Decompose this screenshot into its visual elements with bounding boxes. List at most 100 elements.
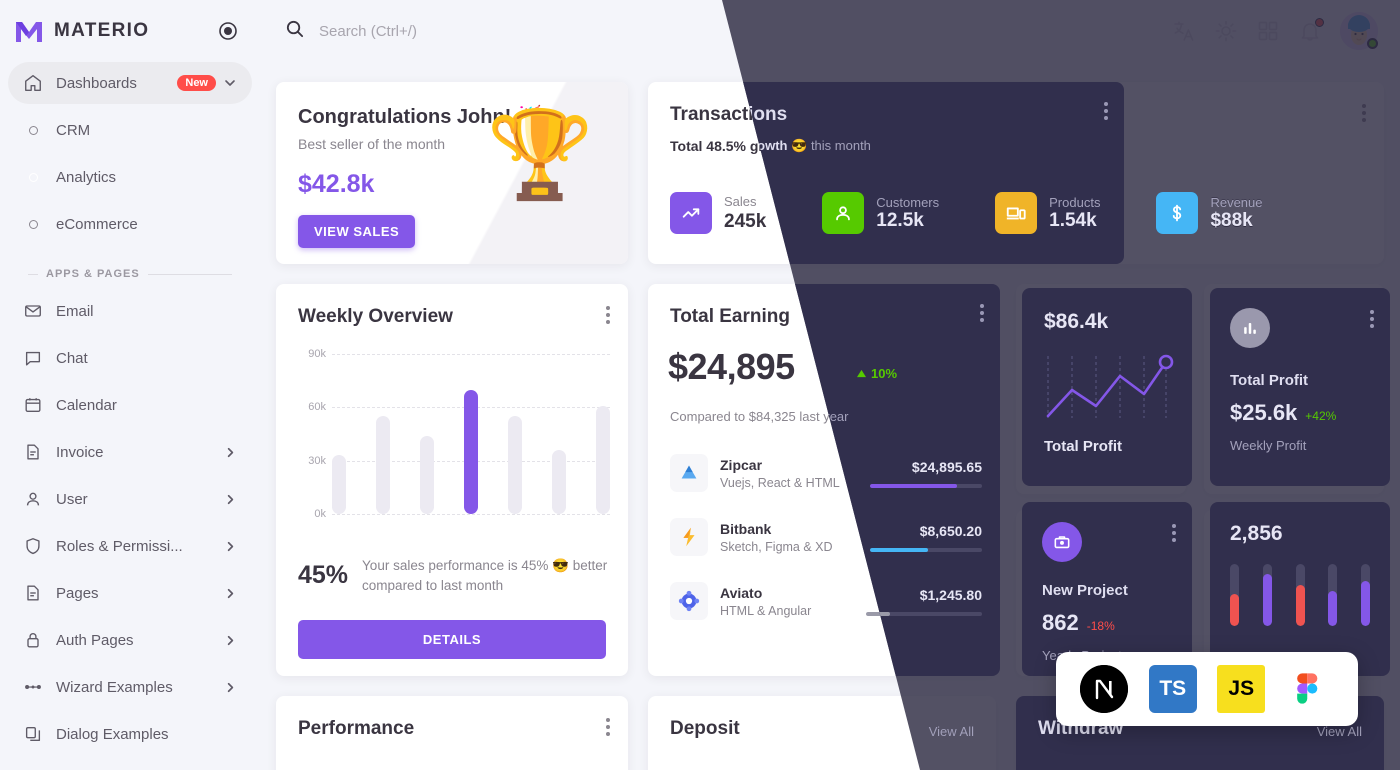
search-icon: [284, 18, 305, 44]
progress-fill: [870, 483, 958, 488]
company-tech: Vuejs, React & HTML: [720, 475, 840, 490]
pin-radio-icon[interactable]: [218, 21, 238, 41]
company-tech: HTML & Angular: [720, 603, 812, 618]
search-input[interactable]: [319, 22, 659, 40]
views-bars: [1230, 564, 1370, 626]
sidebar-item-pages[interactable]: Pages: [8, 572, 252, 614]
kebab-menu-icon[interactable]: [980, 304, 984, 322]
total-earning-title: Total Earning: [670, 306, 790, 327]
deposit-view-all-link-dark[interactable]: View All: [929, 724, 974, 739]
sidebar-item-chat[interactable]: Chat: [8, 337, 252, 379]
sidebar-item-email[interactable]: Email: [8, 290, 252, 332]
total-earning-growth-dark: 10%: [856, 366, 897, 381]
chart-bar: [596, 405, 610, 514]
total-profit-stat-delta: +42%: [1305, 409, 1337, 423]
typescript-icon[interactable]: TS: [1148, 665, 1197, 713]
sidebar-item-label: eCommerce: [56, 215, 138, 233]
progress-track: [870, 483, 982, 488]
chevron-down-icon[interactable]: [222, 75, 238, 91]
stat-value: 245k: [724, 210, 767, 232]
sidebar-item-label: User: [56, 490, 88, 508]
zipcar-logo-icon: [670, 454, 708, 492]
progress-fill: [870, 547, 929, 552]
sidebar-item-auth-pages[interactable]: Auth Pages: [8, 619, 252, 661]
circle-dot-icon: [22, 125, 44, 135]
sidebar-item-dialog-examples[interactable]: Dialog Examples: [8, 713, 252, 755]
total-profit-amount: $86.4k: [1044, 310, 1109, 333]
chat-bubble-icon: [22, 347, 44, 369]
chart-bar: [376, 416, 390, 514]
sidebar-item-wizard-examples[interactable]: Wizard Examples: [8, 666, 252, 708]
kebab-menu-icon[interactable]: [1370, 310, 1374, 328]
performance-card: Performance: [276, 696, 628, 770]
circle-dot-icon: [22, 219, 44, 229]
kebab-menu-icon[interactable]: [1104, 102, 1108, 120]
chart-bars: [332, 354, 610, 514]
copy-icon: [22, 723, 44, 745]
new-project-card-dark: New Project 862 -18% Yearly Project: [1022, 502, 1192, 676]
bitbank-logo-icon: [670, 518, 708, 556]
new-project-delta: -18%: [1086, 619, 1115, 633]
sidebar-item-label: Pages: [56, 584, 99, 602]
total-profit-stat-card-dark: Total Profit $25.6k +42% Weekly Profit: [1210, 288, 1390, 486]
view-sales-button[interactable]: VIEW SALES: [298, 215, 416, 248]
withdraw-view-all-link-dark[interactable]: View All: [1317, 724, 1362, 739]
stat-label: Customers: [876, 194, 940, 210]
company-price: $8,650.20: [919, 522, 982, 539]
weekly-overview-card: Weekly Overview 90k 60k 30k 0k 45% Your …: [276, 284, 628, 676]
tech-stack-bar: TS JS: [1056, 652, 1358, 726]
company-price: $1,245.80: [919, 586, 982, 603]
chevron-right-icon: [223, 586, 238, 601]
chart-bar: [508, 416, 522, 514]
chart-bar: [464, 389, 478, 514]
sidebar-item-user[interactable]: User: [8, 478, 252, 520]
sidebar-item-label: Wizard Examples: [56, 678, 173, 696]
company-name: Bitbank: [720, 520, 772, 537]
details-button[interactable]: DETAILS: [298, 620, 606, 659]
weekly-overview-summary: 45% Your sales performance is 45% 😎 bett…: [298, 556, 608, 595]
sidebar-item-label: Email: [56, 302, 94, 320]
sidebar-item-label: CRM: [56, 121, 91, 139]
progress-track: [870, 611, 982, 616]
sidebar-item-ecommerce[interactable]: eCommerce: [8, 203, 252, 245]
sidebar-item-label: Dialog Examples: [56, 725, 169, 743]
lock-icon: [22, 629, 44, 651]
sidebar-nav: Dashboards New CRM Analytics eCommerce A…: [0, 62, 260, 755]
company-price: $24,895.65: [911, 458, 982, 475]
performance-percent: 45%: [298, 561, 349, 590]
sidebar-item-analytics[interactable]: Analytics: [8, 156, 252, 198]
sidebar-section-apps-pages: APPS & PAGES: [8, 250, 252, 290]
nextjs-icon[interactable]: [1080, 665, 1129, 713]
new-project-value: 862: [1042, 610, 1079, 635]
views-bar-track: [1361, 564, 1370, 626]
performance-title: Performance: [298, 718, 415, 739]
sidebar-item-roles-permissions[interactable]: Roles & Permissi...: [8, 525, 252, 567]
document-icon: [22, 582, 44, 604]
bar-chart-icon: [1230, 308, 1270, 348]
sidebar-item-label: Dashboards: [56, 74, 137, 92]
congratulations-card: Congratulations John! 🥳 Best seller of t…: [276, 82, 628, 264]
growth-period-dark: this month: [810, 138, 871, 153]
views-bar-track: [1262, 564, 1272, 626]
sidebar-item-invoice[interactable]: Invoice: [8, 431, 252, 473]
stat-revenue-dark: Revenue $88k: [1156, 192, 1263, 234]
views-value: 2,856: [1230, 522, 1283, 545]
sidebar-item-dashboards[interactable]: Dashboards New: [8, 62, 252, 104]
figma-icon[interactable]: [1286, 665, 1334, 713]
stat-value: 12.5k: [876, 209, 924, 231]
dollar-icon: [1156, 192, 1199, 234]
congratulations-amount: $42.8k: [298, 170, 375, 198]
stat-label: Products: [1049, 194, 1101, 210]
total-profit-sparkline: [1046, 354, 1174, 418]
kebab-menu-icon[interactable]: [602, 714, 614, 740]
sidebar-item-crm[interactable]: CRM: [8, 109, 252, 151]
javascript-icon[interactable]: JS: [1217, 665, 1266, 713]
sidebar-item-calendar[interactable]: Calendar: [8, 384, 252, 426]
total-profit-label: Total Profit: [1044, 438, 1123, 455]
trending-up-icon: [670, 192, 712, 234]
aviato-logo-icon: [670, 582, 708, 620]
kebab-menu-icon[interactable]: [1172, 524, 1176, 542]
total-earning-amount: $24,895: [668, 346, 795, 387]
kebab-menu-icon[interactable]: [602, 302, 614, 328]
sidebar-item-label: Invoice: [56, 443, 104, 461]
